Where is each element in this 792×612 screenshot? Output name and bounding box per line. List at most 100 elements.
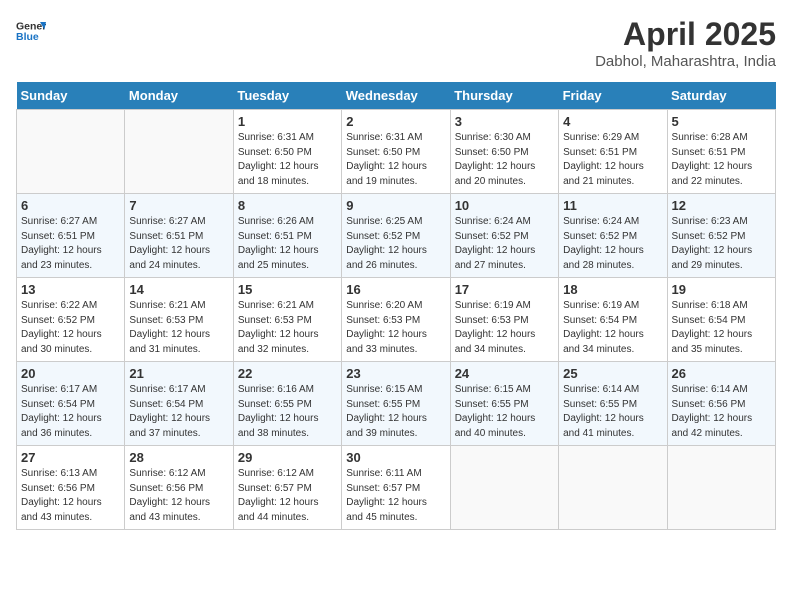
logo: General Blue (16, 16, 46, 46)
calendar-cell: 7Sunrise: 6:27 AMSunset: 6:51 PMDaylight… (125, 194, 233, 278)
calendar-cell: 1 Sunrise: 6:31 AMSunset: 6:50 PMDaylight… (233, 110, 341, 194)
calendar-week-row: 20 Sunrise: 6:17 AMSunset: 6:54 PMDayligh… (17, 362, 776, 446)
day-info: Sunrise: 6:31 AMSunset: 6:50 PMDaylight:… (238, 131, 337, 189)
day-number: 30 (346, 450, 445, 465)
calendar-cell: 23 Sunrise: 6:15 AMSunset: 6:55 PMDayligh… (342, 362, 450, 446)
day-info: Sunrise: 6:16 AMSunset: 6:55 PMDaylight:… (238, 383, 337, 441)
calendar-cell: 9 Sunrise: 6:25 AMSunset: 6:52 PMDaylight… (342, 194, 450, 278)
calendar-cell: 30 Sunrise: 6:11 AMSunset: 6:57 PMDayligh… (342, 446, 450, 530)
day-info: Sunrise: 6:24 AMSunset: 6:52 PMDaylight:… (563, 215, 662, 273)
calendar-cell: 12 Sunrise: 6:23 AMSunset: 6:52 PMDayligh… (667, 194, 775, 278)
day-info: Sunrise: 6:15 AMSunset: 6:55 PMDaylight:… (346, 383, 445, 441)
day-number: 22 (238, 366, 337, 381)
day-number: 23 (346, 366, 445, 381)
day-number: 14 (129, 282, 228, 297)
calendar-cell (450, 446, 558, 530)
day-info: Sunrise: 6:31 AMSunset: 6:50 PMDaylight:… (346, 131, 445, 189)
day-info: Sunrise: 6:22 AMSunset: 6:52 PMDaylight:… (21, 299, 120, 357)
weekday-header-monday: Monday (125, 82, 233, 110)
calendar-cell: 13 Sunrise: 6:22 AMSunset: 6:52 PMDayligh… (17, 278, 125, 362)
day-number: 3 (455, 114, 554, 129)
day-number: 29 (238, 450, 337, 465)
day-number: 12 (672, 198, 771, 213)
day-info: Sunrise: 6:21 AMSunset: 6:53 PMDaylight:… (129, 299, 228, 357)
day-number: 21 (129, 366, 228, 381)
calendar-cell: 27Sunrise: 6:13 AMSunset: 6:56 PMDayligh… (17, 446, 125, 530)
calendar-cell (559, 446, 667, 530)
calendar-cell: 10Sunrise: 6:24 AMSunset: 6:52 PMDayligh… (450, 194, 558, 278)
month-title: April 2025 (595, 16, 776, 53)
weekday-header-friday: Friday (559, 82, 667, 110)
weekday-header-sunday: Sunday (17, 82, 125, 110)
day-info: Sunrise: 6:17 AMSunset: 6:54 PMDaylight:… (21, 383, 120, 441)
calendar-cell: 20 Sunrise: 6:17 AMSunset: 6:54 PMDayligh… (17, 362, 125, 446)
day-number: 25 (563, 366, 662, 381)
weekday-header-saturday: Saturday (667, 82, 775, 110)
calendar-cell: 8Sunrise: 6:26 AMSunset: 6:51 PMDaylight… (233, 194, 341, 278)
day-info: Sunrise: 6:19 AMSunset: 6:53 PMDaylight:… (455, 299, 554, 357)
weekday-header-thursday: Thursday (450, 82, 558, 110)
day-info: Sunrise: 6:29 AMSunset: 6:51 PMDaylight:… (563, 131, 662, 189)
calendar-week-row: 27Sunrise: 6:13 AMSunset: 6:56 PMDayligh… (17, 446, 776, 530)
day-info: Sunrise: 6:25 AMSunset: 6:52 PMDaylight:… (346, 215, 445, 273)
calendar-cell: 4 Sunrise: 6:29 AMSunset: 6:51 PMDaylight… (559, 110, 667, 194)
day-info: Sunrise: 6:20 AMSunset: 6:53 PMDaylight:… (346, 299, 445, 357)
calendar-cell: 28Sunrise: 6:12 AMSunset: 6:56 PMDayligh… (125, 446, 233, 530)
day-info: Sunrise: 6:12 AMSunset: 6:56 PMDaylight:… (129, 467, 228, 525)
day-number: 24 (455, 366, 554, 381)
day-info: Sunrise: 6:12 AMSunset: 6:57 PMDaylight:… (238, 467, 337, 525)
day-number: 4 (563, 114, 662, 129)
calendar-cell: 3Sunrise: 6:30 AMSunset: 6:50 PMDaylight… (450, 110, 558, 194)
day-number: 26 (672, 366, 771, 381)
day-info: Sunrise: 6:14 AMSunset: 6:55 PMDaylight:… (563, 383, 662, 441)
day-info: Sunrise: 6:28 AMSunset: 6:51 PMDaylight:… (672, 131, 771, 189)
day-info: Sunrise: 6:27 AMSunset: 6:51 PMDaylight:… (21, 215, 120, 273)
title-area: April 2025 Dabhol, Maharashtra, India (595, 16, 776, 70)
calendar-week-row: 1 Sunrise: 6:31 AMSunset: 6:50 PMDaylight… (17, 110, 776, 194)
day-number: 19 (672, 282, 771, 297)
day-number: 6 (21, 198, 120, 213)
calendar-cell: 21Sunrise: 6:17 AMSunset: 6:54 PMDayligh… (125, 362, 233, 446)
day-info: Sunrise: 6:23 AMSunset: 6:52 PMDaylight:… (672, 215, 771, 273)
weekday-header-row: SundayMondayTuesdayWednesdayThursdayFrid… (17, 82, 776, 110)
calendar-cell: 6 Sunrise: 6:27 AMSunset: 6:51 PMDaylight… (17, 194, 125, 278)
day-info: Sunrise: 6:18 AMSunset: 6:54 PMDaylight:… (672, 299, 771, 357)
svg-text:Blue: Blue (16, 31, 39, 43)
day-number: 8 (238, 198, 337, 213)
calendar-cell (17, 110, 125, 194)
day-number: 9 (346, 198, 445, 213)
day-number: 17 (455, 282, 554, 297)
day-info: Sunrise: 6:19 AMSunset: 6:54 PMDaylight:… (563, 299, 662, 357)
day-number: 2 (346, 114, 445, 129)
calendar-cell: 5 Sunrise: 6:28 AMSunset: 6:51 PMDaylight… (667, 110, 775, 194)
calendar-cell: 2 Sunrise: 6:31 AMSunset: 6:50 PMDaylight… (342, 110, 450, 194)
calendar-cell: 22 Sunrise: 6:16 AMSunset: 6:55 PMDayligh… (233, 362, 341, 446)
calendar-cell: 15 Sunrise: 6:21 AMSunset: 6:53 PMDayligh… (233, 278, 341, 362)
day-number: 20 (21, 366, 120, 381)
calendar-cell: 19 Sunrise: 6:18 AMSunset: 6:54 PMDayligh… (667, 278, 775, 362)
calendar-table: SundayMondayTuesdayWednesdayThursdayFrid… (16, 82, 776, 530)
calendar-cell: 14 Sunrise: 6:21 AMSunset: 6:53 PMDayligh… (125, 278, 233, 362)
weekday-header-tuesday: Tuesday (233, 82, 341, 110)
day-number: 13 (21, 282, 120, 297)
day-number: 5 (672, 114, 771, 129)
day-info: Sunrise: 6:21 AMSunset: 6:53 PMDaylight:… (238, 299, 337, 357)
calendar-cell: 29 Sunrise: 6:12 AMSunset: 6:57 PMDayligh… (233, 446, 341, 530)
weekday-header-wednesday: Wednesday (342, 82, 450, 110)
calendar-week-row: 13 Sunrise: 6:22 AMSunset: 6:52 PMDayligh… (17, 278, 776, 362)
header: General Blue April 2025 Dabhol, Maharash… (16, 16, 776, 70)
day-number: 16 (346, 282, 445, 297)
day-number: 1 (238, 114, 337, 129)
calendar-cell: 17 Sunrise: 6:19 AMSunset: 6:53 PMDayligh… (450, 278, 558, 362)
day-info: Sunrise: 6:15 AMSunset: 6:55 PMDaylight:… (455, 383, 554, 441)
subtitle: Dabhol, Maharashtra, India (595, 53, 776, 70)
day-info: Sunrise: 6:14 AMSunset: 6:56 PMDaylight:… (672, 383, 771, 441)
day-number: 10 (455, 198, 554, 213)
day-number: 27 (21, 450, 120, 465)
day-info: Sunrise: 6:11 AMSunset: 6:57 PMDaylight:… (346, 467, 445, 525)
day-number: 15 (238, 282, 337, 297)
calendar-cell: 25 Sunrise: 6:14 AMSunset: 6:55 PMDayligh… (559, 362, 667, 446)
day-number: 11 (563, 198, 662, 213)
logo-icon: General Blue (16, 16, 46, 46)
calendar-cell: 26 Sunrise: 6:14 AMSunset: 6:56 PMDayligh… (667, 362, 775, 446)
